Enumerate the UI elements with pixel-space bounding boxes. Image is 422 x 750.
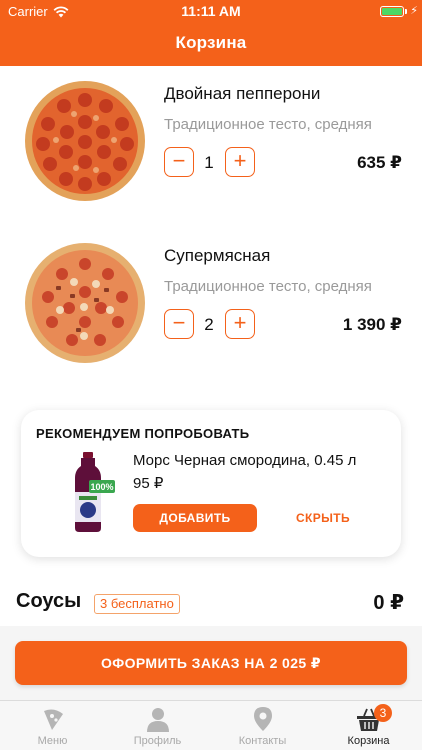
tab-contacts[interactable]: Контакты [210, 701, 315, 750]
cart-item: Двойная пепперони Традиционное тесто, ср… [0, 80, 422, 220]
item-quantity: 1 [204, 153, 214, 172]
item-name: Двойная пепперони [164, 84, 321, 103]
sauces-price: 0 ₽ [373, 592, 404, 614]
tab-profile[interactable]: Профиль [105, 701, 210, 750]
decrease-quantity-button[interactable]: − [164, 309, 194, 339]
page-title: Корзина [175, 33, 247, 52]
recommendation-card: РЕКОМЕНДУЕМ ПОПРОБОВАТЬ 100% Морс Черная… [21, 410, 401, 557]
bottle-badge-text: 100% [90, 482, 113, 492]
battery-icon [380, 6, 404, 17]
tab-label: Профиль [133, 735, 182, 747]
product-price: 95 ₽ [133, 475, 164, 492]
checkout-button[interactable]: ОФОРМИТЬ ЗАКАЗ НА 2 025 ₽ [15, 641, 407, 685]
sauces-title[interactable]: Соусы [16, 590, 81, 613]
charging-icon: ⚡ [410, 5, 418, 17]
item-quantity: 2 [204, 315, 214, 334]
hide-button[interactable]: СКРЫТЬ [283, 504, 363, 532]
pizza-slice-icon [44, 709, 63, 730]
tab-menu[interactable]: Меню [0, 701, 105, 750]
tab-label: Корзина [347, 735, 390, 747]
status-bar: Carrier 11:11 AM ⚡ [0, 0, 422, 22]
tab-cart[interactable]: 3 Корзина [316, 701, 421, 750]
tab-label: Меню [37, 735, 68, 747]
header: Carrier 11:11 AM ⚡ Корзина [0, 0, 422, 66]
item-description: Традиционное тесто, средняя [164, 116, 372, 133]
drink-bottle-image: 100% [75, 452, 115, 532]
sauces-free-badge: 3 бесплатно [94, 594, 180, 614]
tab-label: Контакты [238, 735, 287, 747]
increase-quantity-button[interactable]: + [225, 309, 255, 339]
item-price: 1 390 ₽ [342, 315, 402, 334]
item-price: 635 ₽ [357, 153, 402, 172]
status-time: 11:11 AM [181, 3, 241, 19]
increase-quantity-button[interactable]: + [225, 147, 255, 177]
pizza-pepperoni-image [25, 81, 145, 201]
decrease-quantity-button[interactable]: − [164, 147, 194, 177]
recommendation-title: РЕКОМЕНДУЕМ ПОПРОБОВАТЬ [36, 426, 250, 441]
cart-count-badge: 3 [374, 704, 392, 722]
battery-tip [405, 9, 407, 14]
tab-bar: Меню Профиль Контакты 3 Корзина [0, 700, 422, 750]
cart-item: Супермясная Традиционное тесто, средняя … [0, 242, 422, 382]
location-pin-icon [254, 707, 272, 731]
pizza-meat-image [25, 243, 145, 363]
item-description: Традиционное тесто, средняя [164, 278, 372, 295]
product-name: Морс Черная смородина, 0.45 л [133, 452, 357, 469]
item-name: Супермясная [164, 246, 271, 265]
add-button[interactable]: ДОБАВИТЬ [133, 504, 257, 532]
person-icon [147, 708, 169, 732]
